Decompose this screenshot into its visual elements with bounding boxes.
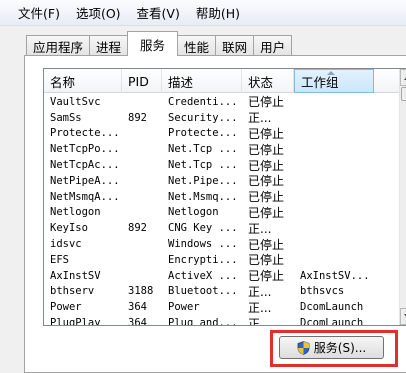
cell-desc: Windows ... bbox=[168, 238, 238, 251]
cell-status: 正... bbox=[248, 221, 272, 236]
cell-status: 正... bbox=[248, 300, 272, 315]
cell-desc: Bluetoot... bbox=[168, 285, 238, 298]
cell-name: SamSs bbox=[50, 111, 82, 124]
table-row[interactable]: Protecte... Protecte... 已停止 bbox=[44, 126, 400, 142]
services-list[interactable]: 名称 PID 描述 状态 工作组 VaultSvc Credenti... 已停止 S… bbox=[43, 68, 406, 326]
tab-performance[interactable]: 性能 bbox=[177, 35, 217, 56]
tab-networking[interactable]: 联网 bbox=[215, 35, 255, 56]
cell-name: idsvc bbox=[50, 238, 82, 251]
table-row[interactable]: NetTcpPo... Net.Tcp ... 已停止 bbox=[44, 141, 400, 157]
cell-name: Netlogon bbox=[50, 206, 101, 219]
cell-name: VaultSvc bbox=[50, 95, 101, 108]
cell-name: NetTcpAc... bbox=[50, 159, 120, 172]
column-header-pid[interactable]: PID bbox=[122, 69, 162, 93]
table-row[interactable]: bthserv 3188 Bluetoot... 正... bthsvcs bbox=[44, 284, 400, 300]
cell-desc: Credenti... bbox=[168, 95, 238, 108]
table-row[interactable]: KeyIso 892 CNG Key ... 正... bbox=[44, 220, 400, 236]
cell-desc: Encrypti... bbox=[168, 253, 238, 266]
cell-name: EFS bbox=[50, 253, 69, 266]
cell-pid: 364 bbox=[128, 301, 147, 314]
column-header-name[interactable]: 名称 bbox=[44, 69, 122, 93]
cell-name: PlugPlay bbox=[50, 317, 101, 326]
cell-desc: Power bbox=[168, 301, 200, 314]
services-button-label: 服务(S)... bbox=[313, 341, 367, 355]
services-button[interactable]: 服务(S)... bbox=[279, 336, 384, 359]
scroll-up-button[interactable] bbox=[400, 69, 406, 86]
column-header-status[interactable]: 状态 bbox=[242, 69, 294, 93]
cell-status: 已停止 bbox=[248, 142, 285, 157]
table-row[interactable]: PlugPlay 364 Plug and... 正... DcomLaunch bbox=[44, 315, 400, 326]
cell-pid: 892 bbox=[128, 222, 147, 235]
cell-name: bthserv bbox=[50, 285, 95, 298]
cell-desc: Net.Pipe... bbox=[168, 174, 238, 187]
cell-status: 正... bbox=[248, 284, 272, 299]
tab-users[interactable]: 用户 bbox=[253, 35, 293, 56]
cell-status: 已停止 bbox=[248, 253, 285, 268]
cell-name: NetPipeA... bbox=[50, 174, 120, 187]
services-panel: 名称 PID 描述 状态 工作组 VaultSvc Credenti... 已停止 S… bbox=[24, 55, 406, 373]
column-header-description[interactable]: 描述 bbox=[162, 69, 242, 93]
cell-name: NetMsmqA... bbox=[50, 190, 120, 203]
cell-name: KeyIso bbox=[50, 222, 88, 235]
cell-group: AxInstSV... bbox=[300, 269, 370, 282]
cell-pid: 892 bbox=[128, 111, 147, 124]
table-row[interactable]: AxInstSV ActiveX ... 已停止 AxInstSV... bbox=[44, 268, 400, 284]
cell-desc: Security... bbox=[168, 111, 238, 124]
cell-status: 已停止 bbox=[248, 237, 285, 252]
cell-desc: Net.Tcp ... bbox=[168, 159, 238, 172]
cell-status: 已停止 bbox=[248, 158, 285, 173]
cell-pid: 3188 bbox=[128, 285, 154, 298]
shield-icon bbox=[297, 340, 310, 355]
menu-view[interactable]: 查看(V) bbox=[137, 3, 180, 22]
cell-group: DcomLaunch bbox=[300, 301, 364, 314]
column-header-group[interactable]: 工作组 bbox=[294, 69, 374, 93]
list-rows: VaultSvc Credenti... 已停止 SamSs 892 Security..… bbox=[44, 94, 400, 326]
cell-status: 已停止 bbox=[248, 190, 285, 205]
scroll-down-button[interactable] bbox=[400, 308, 406, 325]
cell-name: Power bbox=[50, 301, 82, 314]
table-row[interactable]: NetPipeA... Net.Pipe... 已停止 bbox=[44, 173, 400, 189]
cell-status: 正... bbox=[248, 316, 272, 326]
task-manager-window: 应用程序 进程 服务 性能 联网 用户 名称 PID 描述 状态 工作组 Vau… bbox=[0, 26, 406, 373]
cell-desc: CNG Key ... bbox=[168, 222, 238, 235]
table-row[interactable]: EFS Encrypti... 已停止 bbox=[44, 252, 400, 268]
cell-desc: Net.Msmq... bbox=[168, 190, 238, 203]
tab-applications[interactable]: 应用程序 bbox=[26, 35, 91, 56]
table-row[interactable]: NetMsmqA... Net.Msmq... 已停止 bbox=[44, 189, 400, 205]
table-row[interactable]: SamSs 892 Security... 正... bbox=[44, 110, 400, 126]
cell-status: 已停止 bbox=[248, 269, 285, 284]
menu-help[interactable]: 帮助(H) bbox=[196, 3, 240, 22]
cell-status: 已停止 bbox=[248, 174, 285, 189]
cell-name: AxInstSV bbox=[50, 269, 101, 282]
cell-desc: Net.Tcp ... bbox=[168, 143, 238, 156]
cell-status: 已停止 bbox=[248, 95, 285, 110]
cell-name: Protecte... bbox=[50, 127, 120, 140]
cell-desc: Plug and... bbox=[168, 317, 238, 326]
sort-arrow-icon bbox=[327, 71, 335, 75]
table-row[interactable]: idsvc Windows ... 已停止 bbox=[44, 236, 400, 252]
cell-status: 已停止 bbox=[248, 205, 285, 220]
scroll-thumb[interactable] bbox=[401, 87, 406, 101]
table-row[interactable]: VaultSvc Credenti... 已停止 bbox=[44, 94, 400, 110]
tab-processes[interactable]: 进程 bbox=[89, 35, 129, 56]
table-row[interactable]: Power 364 Power 正... DcomLaunch bbox=[44, 299, 400, 315]
tab-bar: 应用程序 进程 服务 性能 联网 用户 bbox=[26, 31, 293, 56]
cell-status: 正... bbox=[248, 111, 272, 126]
cell-group: bthsvcs bbox=[300, 285, 345, 298]
cell-status: 已停止 bbox=[248, 127, 285, 141]
menu-file[interactable]: 文件(F) bbox=[18, 3, 60, 22]
cell-group: DcomLaunch bbox=[300, 317, 364, 326]
cell-desc: ActiveX ... bbox=[168, 269, 238, 282]
cell-desc: Netlogon bbox=[168, 206, 219, 219]
menu-bar: 文件(F) 选项(O) 查看(V) 帮助(H) bbox=[0, 0, 406, 26]
cell-name: NetTcpPo... bbox=[50, 143, 120, 156]
menu-options[interactable]: 选项(O) bbox=[76, 3, 121, 22]
table-row[interactable]: Netlogon Netlogon 已停止 bbox=[44, 205, 400, 221]
cell-desc: Protecte... bbox=[168, 127, 238, 140]
cell-pid: 364 bbox=[128, 317, 147, 326]
tab-services[interactable]: 服务 bbox=[127, 31, 179, 56]
vertical-scrollbar[interactable] bbox=[399, 69, 406, 325]
list-header: 名称 PID 描述 状态 工作组 bbox=[44, 69, 400, 93]
table-row[interactable]: NetTcpAc... Net.Tcp ... 已停止 bbox=[44, 157, 400, 173]
